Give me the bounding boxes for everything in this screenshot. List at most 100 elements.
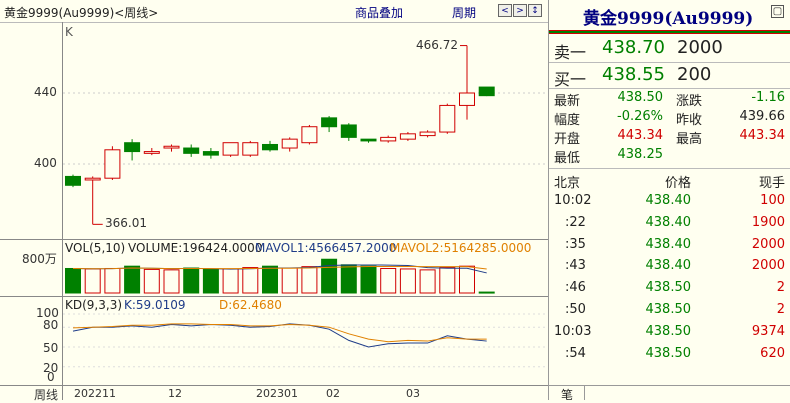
tab-divider	[584, 386, 585, 400]
trade-price: 438.40	[645, 236, 692, 252]
volume-bar	[104, 267, 121, 294]
trade-volume: 2000	[751, 258, 785, 274]
trade-row: :50 438.50 2	[549, 302, 790, 320]
candle-body	[143, 151, 160, 154]
buy-volume: 200	[677, 64, 712, 85]
trade-volume: 2	[776, 280, 785, 296]
volume-bar	[222, 268, 239, 294]
divider	[549, 88, 790, 89]
stat-row: 幅度 -0.26% 昨收 439.66	[549, 109, 790, 128]
header-underline	[549, 31, 790, 33]
volume-bar	[65, 267, 81, 294]
trade-row: :54 438.50 620	[549, 346, 790, 364]
trade-volume: 100	[760, 193, 785, 208]
stat-value: 438.25	[617, 147, 664, 162]
trade-time: 10:03	[554, 323, 592, 339]
stat-label: 幅度	[554, 113, 581, 128]
trade-price: 438.50	[645, 323, 692, 339]
buy-row: 买一 438.55 200	[549, 63, 790, 89]
buy-label: 买一	[554, 70, 587, 89]
volume-bar	[183, 267, 200, 294]
candle-body	[340, 124, 357, 138]
trade-price: 438.50	[645, 302, 692, 317]
stat-value: -0.26%	[617, 109, 663, 124]
trade-price: 438.40	[645, 258, 692, 274]
stat-label: 涨跌	[676, 94, 703, 109]
trade-volume: 2000	[751, 236, 785, 252]
trade-time: :46	[565, 280, 586, 296]
volume-bar	[143, 268, 160, 294]
candle-body	[242, 142, 259, 156]
stat-value: 443.34	[739, 128, 786, 143]
trade-row: :46 438.50 2	[549, 280, 790, 298]
trade-time: :35	[565, 236, 586, 252]
divider	[549, 385, 790, 386]
candle-body	[439, 104, 456, 133]
volume-bar	[163, 269, 180, 294]
volume-bar	[84, 268, 101, 294]
trade-time: :22	[565, 214, 586, 230]
trade-volume: 620	[760, 345, 785, 361]
stat-value: -1.16	[751, 90, 785, 105]
trade-time: :50	[565, 302, 586, 317]
stat-row: 最新 438.50 涨跌 -1.16	[549, 90, 790, 109]
candle-body	[321, 117, 338, 128]
tick-tab[interactable]: 笔	[561, 386, 573, 403]
sell-row: 卖一 438.70 2000	[549, 35, 790, 63]
trade-header: 北京 价格 现手	[549, 172, 790, 191]
volume-bar	[242, 267, 259, 294]
candle-body	[459, 92, 475, 106]
volume-bar	[380, 267, 397, 294]
price-header: 价格	[664, 176, 691, 191]
trade-price: 438.50	[645, 345, 692, 361]
trade-volume: 9374	[751, 323, 785, 339]
location-header: 北京	[554, 176, 581, 191]
stat-row: 最低 438.25	[549, 147, 790, 166]
stat-row: 开盘 443.34 最高 443.34	[549, 128, 790, 147]
collapse-icon[interactable]: ▢	[771, 5, 784, 18]
volume-bar	[340, 264, 357, 294]
chart-area[interactable]: 黄金9999(Au9999)<周线> 商品叠加 周期 < > ↕ K 440 4…	[0, 0, 548, 402]
volume-bar	[478, 291, 495, 294]
trade-price: 438.40	[645, 214, 692, 230]
volume-bar	[124, 265, 141, 294]
trade-time: :43	[565, 258, 586, 274]
candle-body	[104, 149, 121, 179]
buy-price: 438.55	[602, 64, 665, 85]
sell-price: 438.70	[602, 37, 665, 58]
stat-value: 439.66	[739, 109, 786, 124]
quote-title: 黄金9999(Au9999)	[583, 9, 754, 29]
stat-value: 438.50	[617, 90, 664, 105]
volume-bar	[399, 268, 416, 294]
candle-body	[399, 133, 416, 140]
candle-body	[380, 136, 397, 142]
candle-body	[124, 142, 141, 153]
candle-body	[163, 145, 180, 149]
stat-label: 最高	[676, 132, 703, 147]
stat-label: 昨收	[676, 113, 703, 128]
quote-header: 黄金9999(Au9999) ▢	[549, 0, 790, 34]
candle-body	[478, 86, 495, 97]
candle-body	[65, 175, 81, 186]
trade-price: 438.40	[645, 193, 692, 208]
candle-body	[183, 147, 200, 154]
trade-time: :54	[565, 345, 586, 361]
volume-bar	[459, 265, 475, 294]
candle-body	[419, 131, 436, 137]
candle-body	[222, 142, 239, 156]
trade-row: 10:03 438.50 9374	[549, 324, 790, 342]
trade-row: :35 438.40 2000	[549, 237, 790, 255]
candle-body	[301, 126, 318, 144]
trade-volume: 2	[776, 302, 785, 317]
volume-header: 现手	[758, 176, 785, 191]
trade-row: :22 438.40 1900	[549, 215, 790, 233]
candle-body	[281, 138, 298, 149]
candle-body	[84, 177, 101, 181]
candle-body	[202, 151, 219, 156]
volume-bar	[202, 268, 219, 294]
candle-body	[360, 138, 377, 142]
volume-bar	[262, 265, 278, 294]
stat-value: 443.34	[617, 128, 664, 143]
trade-row: :43 438.40 2000	[549, 258, 790, 276]
trade-price: 438.50	[645, 280, 692, 296]
